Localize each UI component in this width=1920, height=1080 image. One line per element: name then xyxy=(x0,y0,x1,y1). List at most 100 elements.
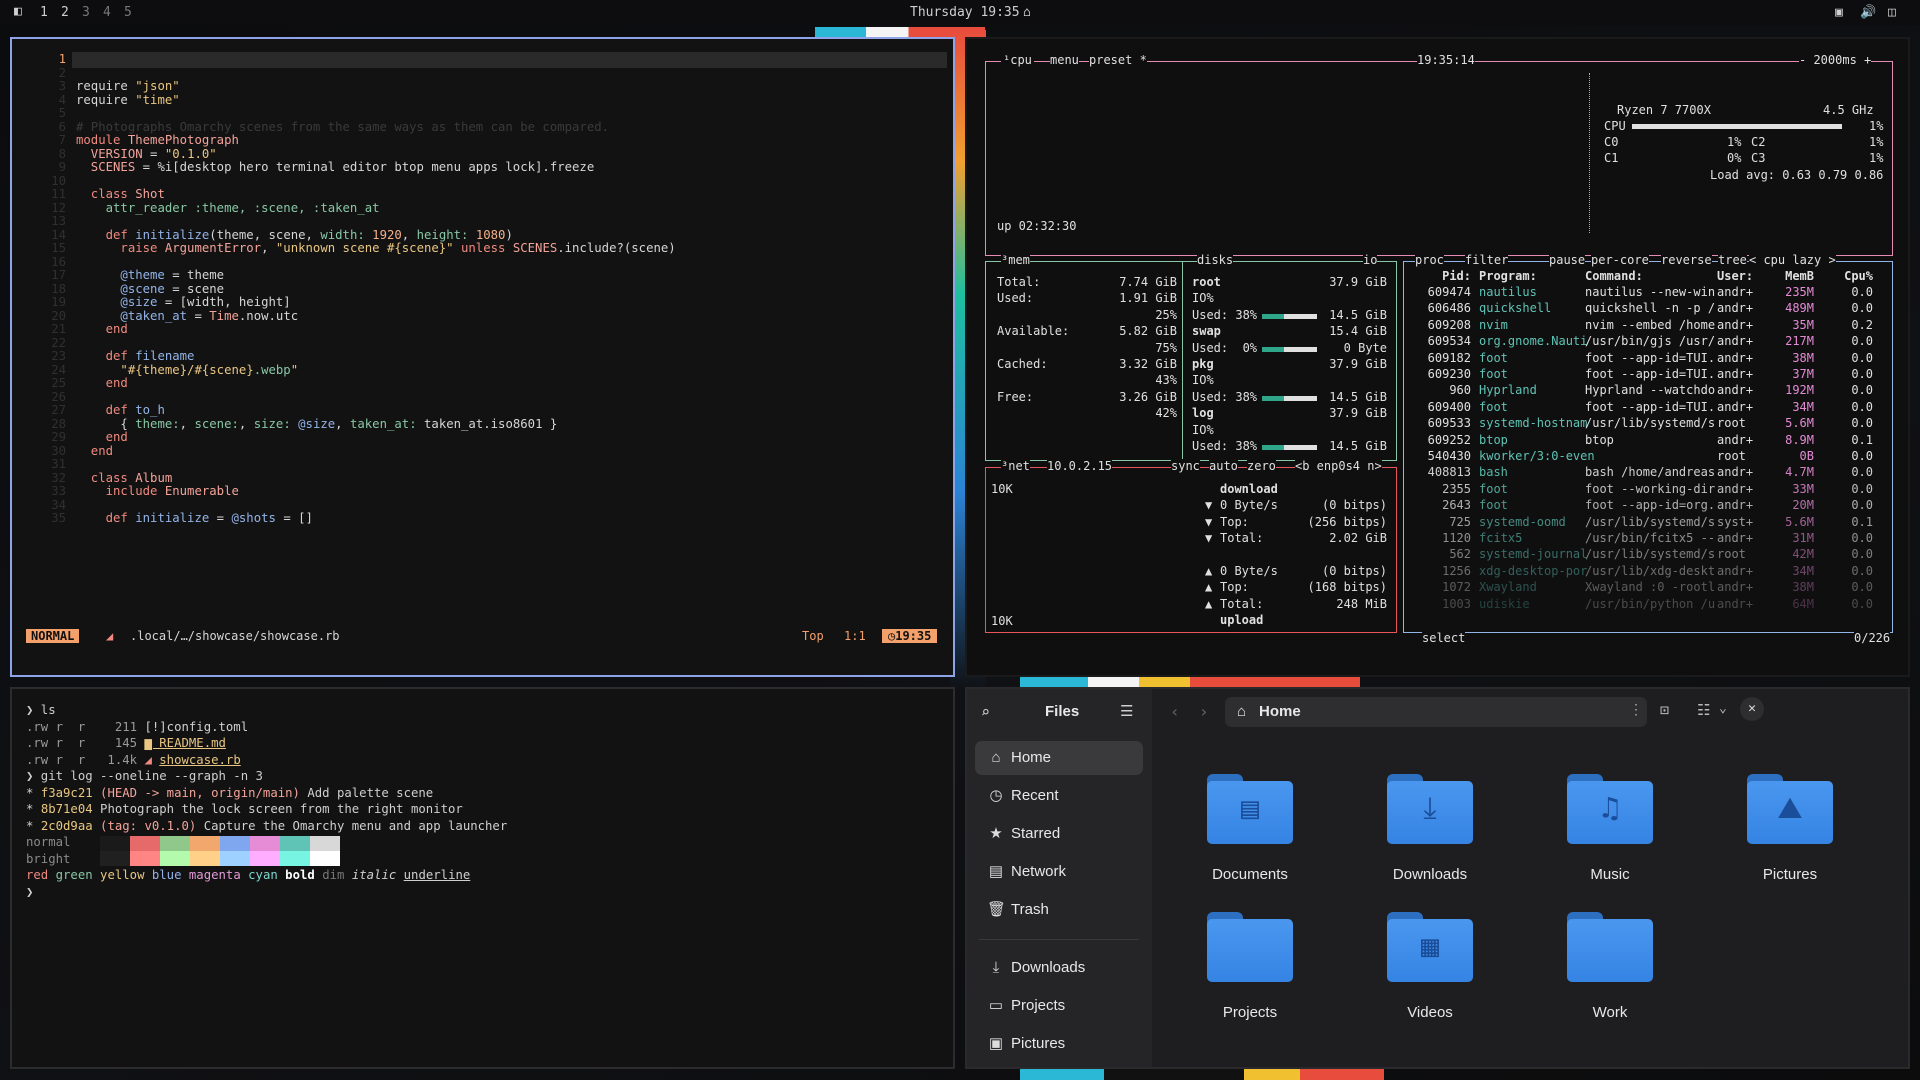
close-icon[interactable]: ✕ xyxy=(1740,697,1764,721)
proc-cell: 38M xyxy=(1792,350,1814,365)
sidebar-item-starred[interactable]: ★ Starred xyxy=(975,817,1143,851)
search-icon[interactable]: ⌕ xyxy=(981,703,990,721)
editor-window[interactable]: 1# frozen_string_literal: true23require … xyxy=(10,37,955,677)
proc-select[interactable]: select xyxy=(1422,631,1466,645)
net-scale-top: 10K xyxy=(991,482,1013,496)
proc-cell: foot xyxy=(1479,498,1508,513)
camera-icon[interactable]: ⊡ xyxy=(1660,701,1669,719)
sidebar-item-network[interactable]: ▤ Network xyxy=(975,855,1143,889)
core-c3-value: 1% xyxy=(1869,151,1884,165)
sidebar-item-recent[interactable]: ◷ Recent xyxy=(975,779,1143,813)
proc-tab-pause[interactable]: pause xyxy=(1549,253,1586,267)
menu-icon[interactable]: ☰ xyxy=(1120,702,1133,720)
io-toggle[interactable]: io xyxy=(1363,253,1378,267)
update-interval[interactable]: - 2000ms + xyxy=(1799,53,1872,67)
notification-icon[interactable]: ⌂ xyxy=(1023,5,1031,20)
proc-header[interactable]: User: xyxy=(1717,269,1753,283)
proc-tab-percore[interactable]: per-core xyxy=(1591,253,1649,267)
disk-label: swap xyxy=(1192,324,1221,339)
clock[interactable]: Thursday 19:35 xyxy=(910,5,1020,20)
line-text: end xyxy=(76,376,128,390)
code-token: = xyxy=(187,308,210,323)
code-token: width: xyxy=(320,227,365,242)
files-window[interactable]: ⌕ Files ☰ ⌂ Home ◷ Recent ★ Starred ▤ Network 🗑 T… xyxy=(965,687,1910,1069)
btop-window[interactable]: ¹cpu menu preset * 19:35:14 - 2000ms + u… xyxy=(965,37,1910,677)
sidebar-bookmark-downloads[interactable]: ⤓ Downloads xyxy=(975,951,1143,985)
menu-button[interactable]: menu xyxy=(1050,53,1079,67)
terminal-text: underline xyxy=(403,868,471,882)
proc-cell: 0.0 xyxy=(1851,596,1873,611)
sidebar-item-home[interactable]: ⌂ Home xyxy=(975,741,1143,775)
proc-header[interactable]: Pid: xyxy=(1411,269,1471,283)
location-menu-icon[interactable]: ⋮ xyxy=(1629,702,1643,718)
code-token: @scene xyxy=(76,281,165,296)
folder-item[interactable]: ⤓ Downloads xyxy=(1350,774,1510,894)
workspace-4[interactable]: 4 xyxy=(103,5,111,20)
folder-item[interactable]: ▦ Videos xyxy=(1350,912,1510,1032)
code-token: def xyxy=(76,227,136,242)
volume-icon[interactable]: 🔊 xyxy=(1860,5,1876,20)
view-options-icon[interactable]: ⌄ xyxy=(1719,701,1727,716)
back-icon[interactable]: ‹ xyxy=(1170,702,1180,721)
folder-item[interactable]: ♫ Music xyxy=(1530,774,1690,894)
proc-tab-sort[interactable]: < cpu lazy > xyxy=(1749,253,1836,267)
palette-swatch-normal xyxy=(280,836,310,851)
workspace-1[interactable]: 1 xyxy=(40,5,48,20)
net-value: (0 bitps) xyxy=(1321,498,1387,513)
net-auto[interactable]: auto xyxy=(1209,459,1238,473)
proc-cell: 42M xyxy=(1792,547,1814,562)
proc-cell: 2355 xyxy=(1442,481,1471,496)
proc-cell: 38M xyxy=(1792,580,1814,595)
cpu-tab[interactable]: ¹cpu xyxy=(1001,53,1034,67)
code-token: ThemePhotograph xyxy=(127,133,239,147)
forward-icon[interactable]: › xyxy=(1199,702,1209,721)
proc-header[interactable]: Cpu% xyxy=(1825,269,1873,283)
location-bar[interactable]: ⌂ Home ⋮ xyxy=(1225,697,1647,727)
line-number: 18 xyxy=(51,281,66,296)
net-interface[interactable]: <b enp0s4 n> xyxy=(1295,459,1382,473)
cpu-model: Ryzen 7 7700X xyxy=(1617,103,1711,117)
line-text: end xyxy=(76,322,128,336)
line-number: 26 xyxy=(51,389,66,404)
sidebar-divider xyxy=(979,939,1139,940)
power-icon[interactable]: ◫ xyxy=(1888,5,1896,20)
folder-glyph: ▦ xyxy=(1420,929,1440,964)
proc-tab-title[interactable]: proc xyxy=(1415,253,1444,267)
net-sync[interactable]: sync xyxy=(1171,459,1200,473)
workspace-2[interactable]: 2 xyxy=(61,5,69,20)
line-text: module ThemePhotograph xyxy=(76,133,239,147)
proc-header[interactable]: MemB xyxy=(1764,269,1814,283)
disk-label: root xyxy=(1192,275,1221,289)
code-token: SCENES xyxy=(512,241,558,255)
sidebar-bookmark-pictures[interactable]: ▣ Pictures xyxy=(975,1027,1143,1061)
palette-swatch-normal xyxy=(100,836,130,851)
cpu-tab-label: cpu xyxy=(1010,53,1032,67)
screen-icon[interactable]: ▣ xyxy=(1835,5,1843,20)
launcher-icon[interactable]: ◧ xyxy=(14,4,22,19)
preset-button[interactable]: preset * xyxy=(1089,53,1147,67)
proc-header[interactable]: Program: xyxy=(1479,269,1537,283)
proc-header[interactable]: Command: xyxy=(1585,269,1643,283)
workspace-5[interactable]: 5 xyxy=(124,5,132,20)
terminal-window[interactable]: ❯ ls .rw r r 211 [!]config.toml .rw r r 14… xyxy=(10,687,955,1069)
proc-tab-filter[interactable]: filter xyxy=(1465,253,1509,267)
folder-item[interactable]: Projects xyxy=(1170,912,1330,1032)
folder-item[interactable]: ▤ Documents xyxy=(1170,774,1330,894)
list-view-icon[interactable]: ☷ xyxy=(1697,701,1710,719)
sidebar-bookmark-projects[interactable]: ▭ Projects xyxy=(975,989,1143,1023)
code-line[interactable]: 35 def initialize = @shots = [] xyxy=(12,511,953,528)
proc-tab-tree[interactable]: tree xyxy=(1718,253,1747,267)
proc-cell: 606486 xyxy=(1427,301,1471,316)
terminal-text: ❯ xyxy=(26,884,34,899)
folder-item[interactable]: Work xyxy=(1530,912,1690,1032)
sidebar-item-trash[interactable]: 🗑 Trash xyxy=(975,893,1143,927)
folder-item[interactable]: ⛰ Pictures xyxy=(1710,774,1870,894)
code-token: "#{theme}/#{scene} xyxy=(76,362,254,377)
net-scale-bottom: 10K xyxy=(991,614,1013,628)
folder-glyph: ⤓ xyxy=(1423,791,1437,826)
proc-tab-reverse[interactable]: reverse xyxy=(1661,253,1712,267)
mem-value: 5.82 GiB xyxy=(1119,324,1177,339)
net-zero[interactable]: zero xyxy=(1247,459,1276,473)
workspace-3[interactable]: 3 xyxy=(82,5,90,20)
proc-cell: Xwayland :0 -rootl xyxy=(1585,580,1716,595)
